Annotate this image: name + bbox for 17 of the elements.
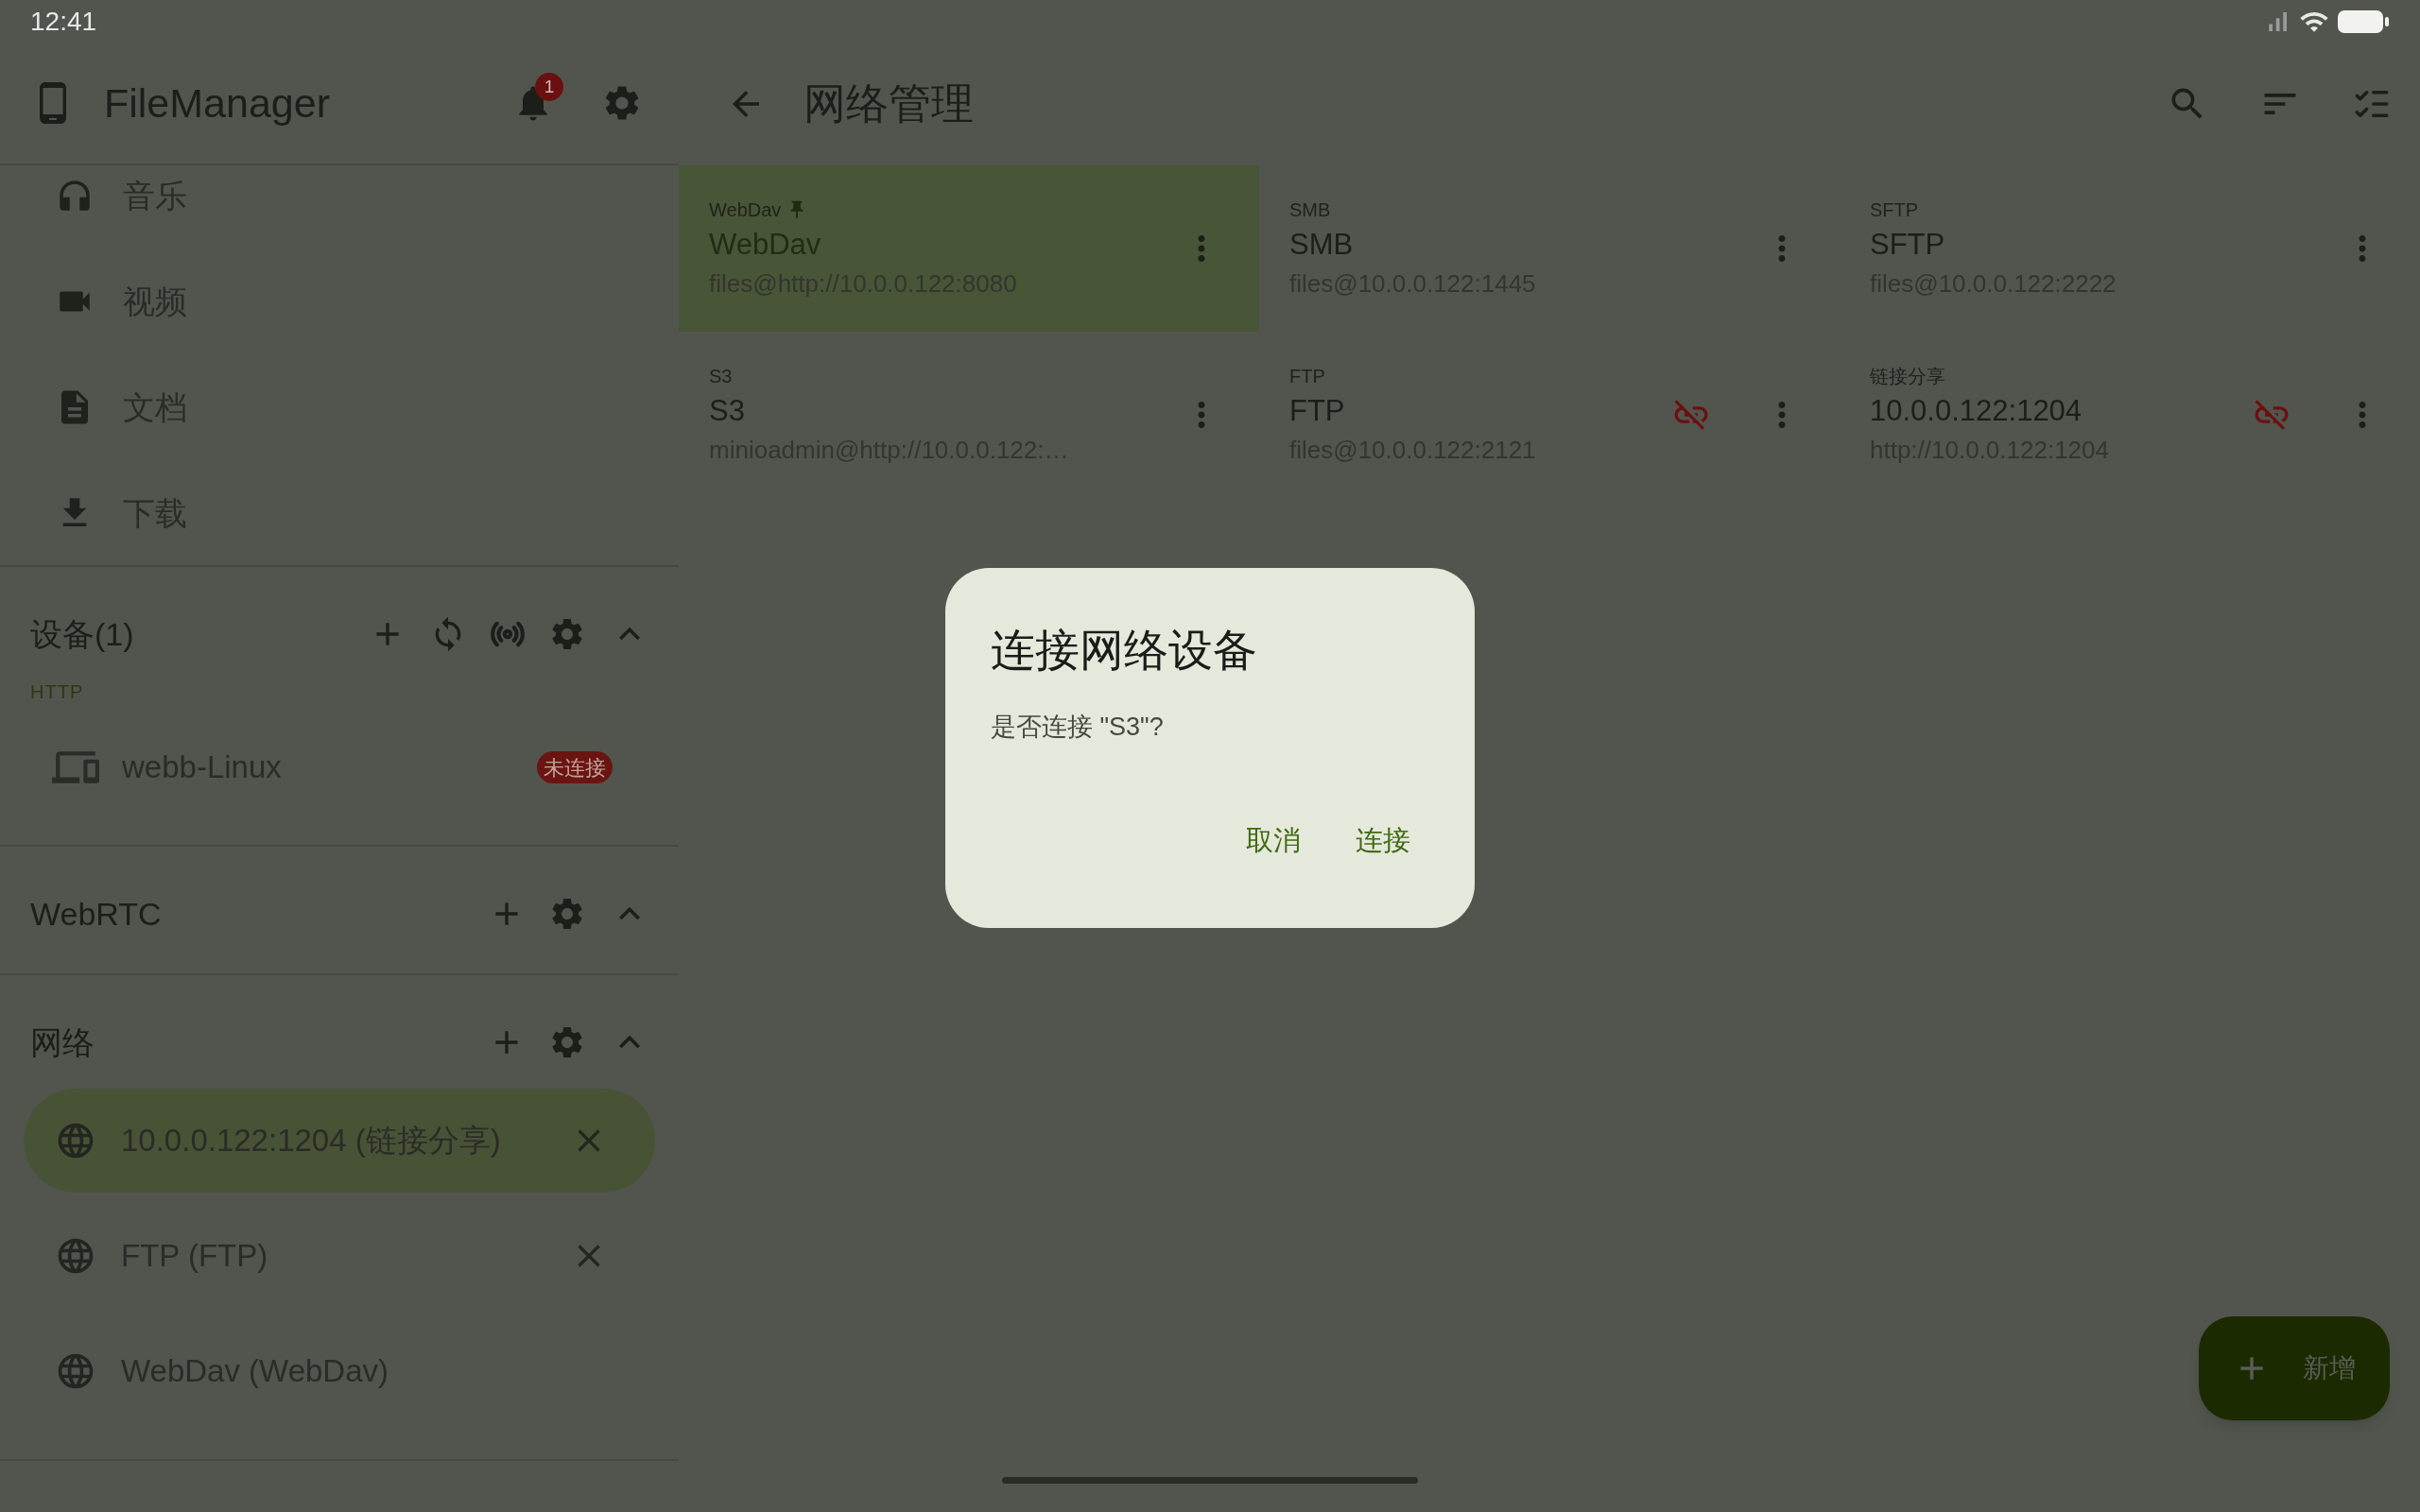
status-time: 12:41 [30,5,97,38]
dialog-button[interactable]: 取消 [1227,813,1320,869]
app-title: FileManager [104,78,331,128]
add-button[interactable]: 新增 [2199,1316,2390,1420]
battery-icon [2337,8,2390,35]
notification-badge: 1 [535,73,563,101]
card-name: SFTP [1870,227,1946,263]
dialog-message: 是否连接 "S3"? [991,712,1165,743]
group-label: HTTP [29,680,85,704]
card-name: S3 [709,393,746,429]
card-name: FTP [1289,393,1346,429]
card-name: 10.0.0.122:1204 [1870,393,2083,429]
dialog-button[interactable]: 连接 [1337,813,1429,869]
section-title: WebRTC [30,894,163,934]
status-badge: 未连接 [537,751,613,783]
dialog-title: 连接网络设备 [991,624,1258,677]
card-name: SMB [1289,227,1355,263]
